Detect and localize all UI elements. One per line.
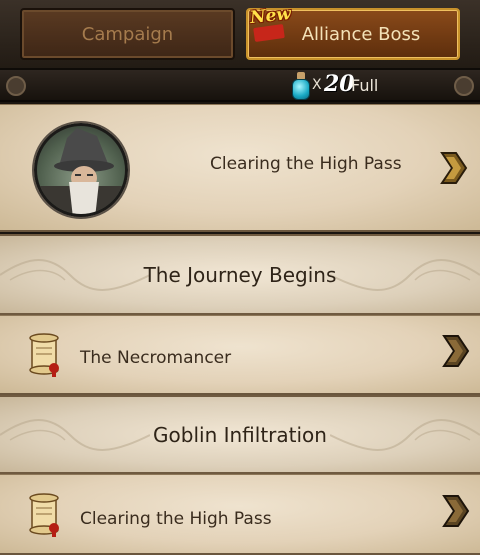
chapter-title: Goblin Infiltration [153, 422, 327, 447]
stamina-bar [0, 70, 480, 102]
stamina-multiplier: X [312, 77, 322, 93]
chevron-right-icon [440, 152, 468, 184]
new-badge: New [249, 3, 292, 29]
rivet-icon [454, 76, 474, 96]
wizard-portrait-icon [34, 123, 128, 217]
potion-icon [292, 72, 310, 100]
scroll-icon [29, 493, 59, 537]
chapter-header: Goblin Infiltration [0, 395, 480, 474]
chapter-title: The Journey Begins [143, 262, 337, 287]
chapter-header: The Journey Begins [0, 234, 480, 315]
tab-bar: Campaign Alliance Boss New [0, 0, 480, 70]
quest-label: Clearing the High Pass [80, 509, 272, 529]
chevron-right-icon[interactable] [442, 494, 470, 528]
quest-row[interactable] [0, 315, 480, 395]
chevron-right-icon[interactable] [442, 334, 470, 368]
tab-campaign[interactable]: Campaign [20, 8, 235, 60]
featured-quest-label: Clearing the High Pass [210, 154, 402, 174]
stamina-status: Full [351, 76, 379, 95]
rivet-icon [6, 76, 26, 96]
scroll-icon [29, 333, 59, 377]
tab-alliance-boss-label: Alliance Boss [301, 23, 421, 45]
quest-label: The Necromancer [80, 348, 232, 368]
tab-campaign-label: Campaign [81, 23, 174, 45]
